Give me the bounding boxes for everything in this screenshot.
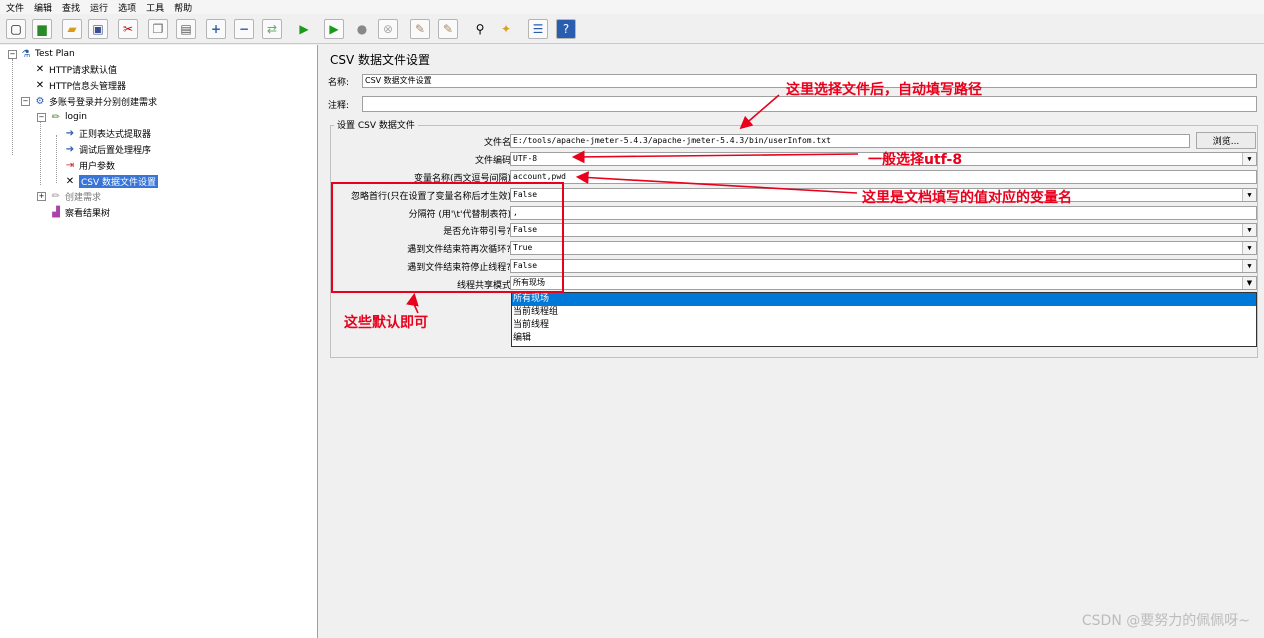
annotation-defaults: 这些默认即可 (344, 315, 428, 331)
annotation-variable-name: 这里是文档填写的值对应的变量名 (862, 190, 1072, 206)
watermark: CSDN @要努力的佩佩呀~ (1081, 613, 1250, 629)
annotation-encoding: 一般选择utf-8 (868, 152, 963, 168)
annotation-path: 这里选择文件后，自动填写路径 (786, 82, 982, 98)
annotation-arrows (406, 94, 859, 314)
